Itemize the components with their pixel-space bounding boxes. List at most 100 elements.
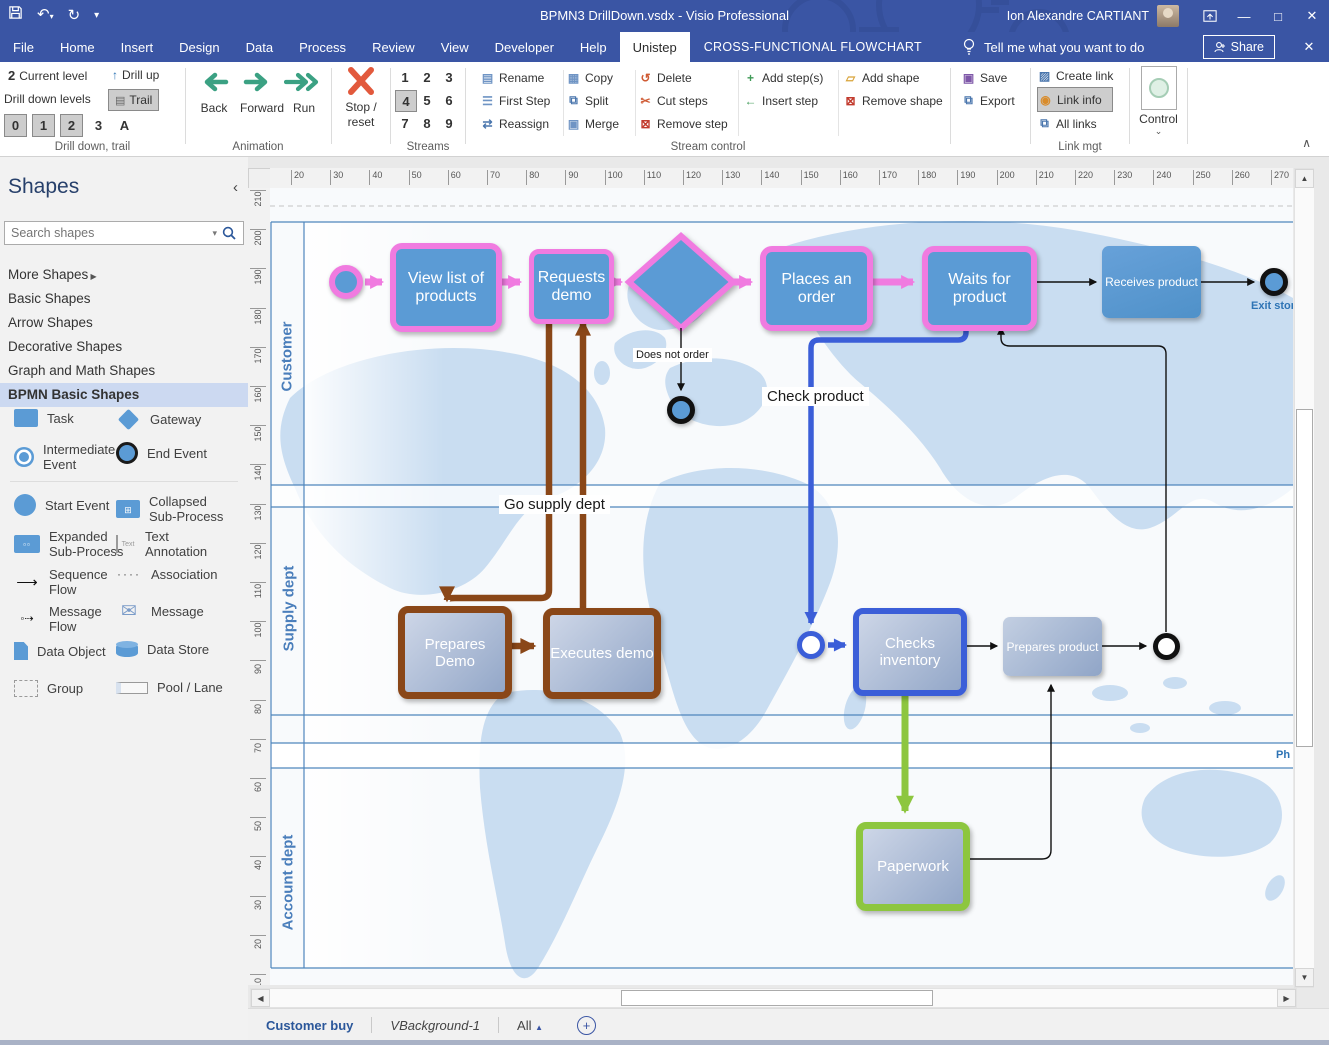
lane-label-supply-dept[interactable]: Supply dept	[280, 566, 297, 652]
label-check-product[interactable]: Check product	[762, 387, 869, 406]
shape-intermediate-event[interactable]: Intermediate Event	[14, 442, 126, 472]
shape-data-object[interactable]: Data Object	[14, 642, 126, 660]
task-prepares-product[interactable]: Prepares product	[1003, 617, 1102, 676]
intermediate-event-supply[interactable]	[797, 631, 825, 659]
delete-button[interactable]: ↺Delete	[638, 66, 728, 89]
shape-end-event[interactable]: End Event	[116, 442, 228, 464]
task-requests-demo[interactable]: Requests demo	[529, 249, 614, 324]
stream-3[interactable]: 3	[439, 67, 459, 87]
shape-pool-lane[interactable]: Pool / Lane	[116, 680, 228, 695]
label-does-not-order[interactable]: Does not order	[633, 348, 712, 362]
lane-label-customer[interactable]: Customer	[279, 321, 296, 391]
reassign-button[interactable]: ⇄Reassign	[480, 112, 550, 135]
all-links-button[interactable]: ⧉All links	[1037, 112, 1113, 135]
ribbon-display-options-icon[interactable]	[1193, 0, 1227, 32]
shape-text-annotation[interactable]: TextText Annotation	[116, 529, 228, 559]
task-waits-for-product[interactable]: Waits for product	[922, 246, 1037, 331]
remove-step-button[interactable]: ⊠Remove step	[638, 112, 728, 135]
tell-me-box[interactable]: Tell me what you want to do	[962, 32, 1144, 62]
add-page-button[interactable]: +	[577, 1016, 596, 1035]
task-receives-product[interactable]: Receives product	[1102, 246, 1201, 318]
minimize-button[interactable]: —	[1227, 0, 1261, 32]
task-checks-inventory[interactable]: Checks inventory	[853, 608, 967, 696]
merge-button[interactable]: ▣Merge	[566, 112, 619, 135]
drill-level-1[interactable]: 1	[32, 114, 55, 137]
add-step-s-button[interactable]: +Add step(s)	[743, 66, 823, 89]
ribbon-tab-insert[interactable]: Insert	[108, 32, 167, 62]
ribbon-tab-view[interactable]: View	[428, 32, 482, 62]
maximize-button[interactable]: □	[1261, 0, 1295, 32]
scroll-left-icon[interactable]: ◀	[251, 989, 270, 1007]
copy-button[interactable]: ▦Copy	[566, 66, 619, 89]
label-go-supply-dept[interactable]: Go supply dept	[499, 495, 610, 514]
export-button[interactable]: ⧉Export	[961, 89, 1015, 112]
user-name[interactable]: Ion Alexandre CARTIANT	[1007, 9, 1149, 23]
close-button[interactable]: ✕	[1295, 0, 1329, 32]
ribbon-tab-help[interactable]: Help	[567, 32, 620, 62]
share-button[interactable]: Share	[1203, 35, 1275, 59]
scroll-right-icon[interactable]: ▶	[1277, 989, 1296, 1007]
shape-start-event[interactable]: Start Event	[14, 494, 126, 516]
horizontal-scroll-thumb[interactable]	[621, 990, 933, 1006]
drill-level-A[interactable]: A	[114, 115, 135, 136]
shape-group[interactable]: Group	[14, 680, 126, 697]
scroll-down-icon[interactable]: ▼	[1295, 968, 1314, 987]
drill-up-button[interactable]: ↑Drill up	[112, 68, 159, 82]
search-input[interactable]	[5, 226, 208, 240]
ribbon-tab-developer[interactable]: Developer	[482, 32, 567, 62]
vertical-scrollbar[interactable]: ▲ ▼	[1294, 168, 1315, 988]
stencil-arrow-shapes[interactable]: Arrow Shapes	[0, 311, 248, 335]
forward-button[interactable]: Forward	[240, 70, 284, 115]
stream-7[interactable]: 7	[395, 113, 415, 133]
page-tab-customer-buy[interactable]: Customer buy	[248, 1018, 371, 1033]
cut-steps-button[interactable]: ✂Cut steps	[638, 89, 728, 112]
shape-expanded-sub-process[interactable]: ▫▫Expanded Sub-Process	[14, 529, 126, 559]
stream-4[interactable]: 4	[395, 90, 417, 112]
task-prepares-demo[interactable]: Prepares Demo	[398, 606, 512, 699]
ribbon-tab-data[interactable]: Data	[233, 32, 286, 62]
shape-gateway[interactable]: Gateway	[116, 409, 228, 430]
create-link-button[interactable]: ▨Create link	[1037, 64, 1113, 87]
scroll-up-icon[interactable]: ▲	[1295, 169, 1314, 188]
shape-collapsed-sub-process[interactable]: ⊞Collapsed Sub-Process	[116, 494, 228, 524]
search-icon[interactable]	[221, 225, 238, 242]
ribbon-tab-unistep[interactable]: Unistep	[620, 32, 690, 62]
stencil-bpmn-basic-shapes[interactable]: BPMN Basic Shapes	[0, 383, 248, 407]
task-places-an-order[interactable]: Places an order	[760, 246, 873, 331]
shape-task[interactable]: Task	[14, 409, 126, 427]
task-paperwork[interactable]: Paperwork	[856, 822, 970, 911]
contextual-tab-cross-functional[interactable]: CROSS-FUNCTIONAL FLOWCHART	[690, 32, 936, 62]
insert-step-button[interactable]: ←Insert step	[743, 89, 823, 112]
stream-6[interactable]: 6	[439, 90, 459, 110]
drill-level-2[interactable]: 2	[60, 114, 83, 137]
stream-8[interactable]: 8	[417, 113, 437, 133]
first-step-button[interactable]: ☰First Step	[480, 89, 550, 112]
stream-1[interactable]: 1	[395, 67, 415, 87]
back-button[interactable]: Back	[196, 70, 232, 115]
stream-5[interactable]: 5	[417, 90, 437, 110]
rename-button[interactable]: ▤Rename	[480, 66, 550, 89]
add-shape-button[interactable]: ▱Add shape	[843, 66, 943, 89]
split-button[interactable]: ⧉Split	[566, 89, 619, 112]
drill-level-3[interactable]: 3	[88, 115, 109, 136]
close-document-icon[interactable]: ✕	[1289, 32, 1329, 62]
drill-level-0[interactable]: 0	[4, 114, 27, 137]
end-event-supply[interactable]	[1153, 633, 1180, 660]
user-avatar[interactable]	[1157, 5, 1179, 27]
collapse-panel-icon[interactable]: ‹	[233, 179, 238, 196]
stencil-more-shapes[interactable]: More Shapes ▶	[0, 263, 248, 287]
stencil-graph-and-math-shapes[interactable]: Graph and Math Shapes	[0, 359, 248, 383]
page-tab-all[interactable]: All ▲	[499, 1018, 561, 1033]
ribbon-tab-file[interactable]: File	[0, 32, 47, 62]
task-view-list-of-products[interactable]: View list of products	[390, 243, 502, 332]
vertical-scroll-thumb[interactable]	[1296, 409, 1313, 747]
stencil-basic-shapes[interactable]: Basic Shapes	[0, 287, 248, 311]
shape-message[interactable]: ✉Message	[116, 604, 228, 619]
label-exit-store[interactable]: Exit store	[1251, 300, 1293, 312]
ribbon-tab-home[interactable]: Home	[47, 32, 108, 62]
end-event-does-not-order[interactable]	[667, 396, 695, 424]
horizontal-scrollbar[interactable]: ◀ ▶	[250, 988, 1297, 1008]
ribbon-tab-review[interactable]: Review	[359, 32, 428, 62]
end-event-exit-store[interactable]	[1260, 268, 1288, 296]
ribbon-tab-design[interactable]: Design	[166, 32, 232, 62]
